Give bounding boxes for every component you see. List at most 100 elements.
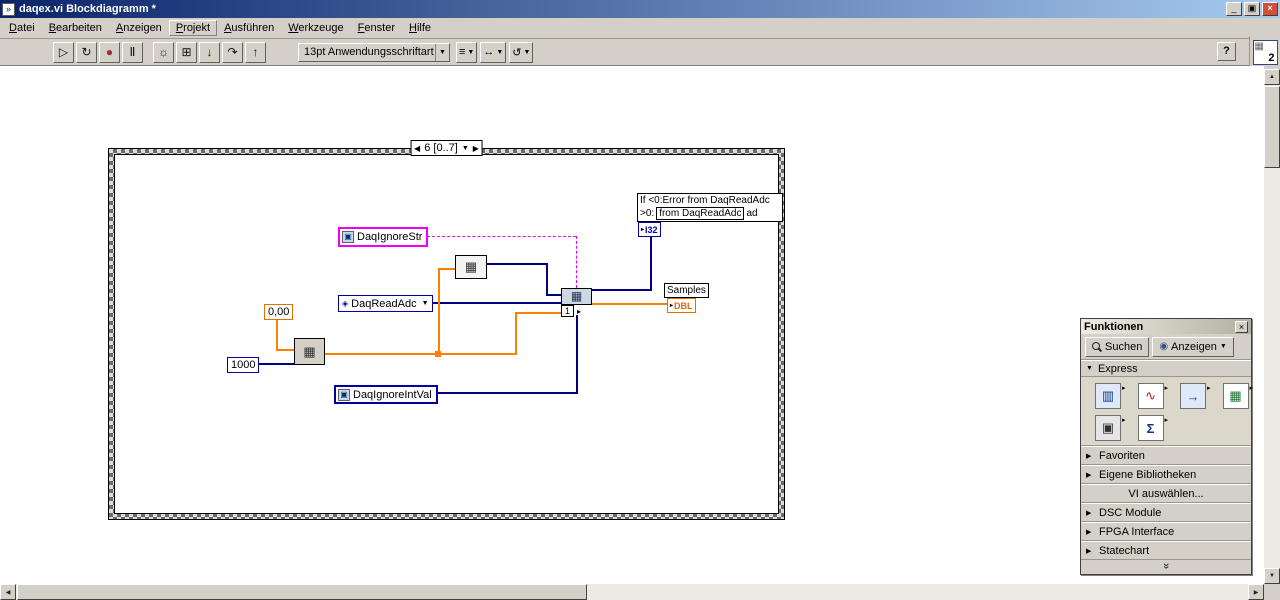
samples-label[interactable]: Samples: [664, 283, 709, 298]
labview-window: » daqex.vi Blockdiagramm * _ ▣ × Datei B…: [0, 0, 1280, 600]
palette-close-button[interactable]: ×: [1235, 320, 1248, 333]
ring-constant-daq-read-adc[interactable]: ◈ DaqReadAdc ▼: [338, 295, 433, 312]
close-button[interactable]: ×: [1262, 2, 1278, 16]
horizontal-scrollbar[interactable]: ◀ ▶: [0, 584, 1264, 600]
menu-bearbeiten[interactable]: Bearbeiten: [42, 20, 109, 36]
palette-titlebar[interactable]: Funktionen ×: [1081, 319, 1251, 334]
menu-datei[interactable]: Datei: [2, 20, 42, 36]
palette-row-eigene-bibliotheken[interactable]: ▶ Eigene Bibliotheken: [1081, 465, 1251, 484]
i32-output-wire-segment[interactable]: [592, 289, 652, 291]
section-collapsed-icon: ▶: [1086, 547, 1092, 555]
i32-wire-segment[interactable]: [434, 392, 578, 394]
dbl-wire-segment[interactable]: [515, 312, 561, 314]
daq-read-node[interactable]: ▦ 1 ▸: [561, 288, 593, 317]
case-next-icon[interactable]: ▶: [473, 144, 479, 153]
dbl-wire-segment[interactable]: [276, 320, 278, 351]
retain-wire-values-button[interactable]: ⊞: [176, 41, 197, 63]
font-dropdown-icon[interactable]: ▼: [435, 43, 449, 61]
palette-search-button[interactable]: Suchen: [1085, 336, 1150, 357]
scroll-up-button[interactable]: ▲: [1264, 69, 1280, 85]
vi-icon[interactable]: ▦ 2: [1252, 40, 1278, 65]
run-continuous-button[interactable]: ↻: [76, 41, 97, 63]
error-label-line2-suffix: ad: [746, 208, 758, 219]
minimize-button[interactable]: _: [1226, 2, 1242, 16]
string-wire-segment[interactable]: [576, 236, 577, 288]
dbl-wire-segment[interactable]: [276, 349, 295, 351]
menu-hilfe[interactable]: Hilfe: [402, 20, 438, 36]
highlight-execution-button[interactable]: ☼: [153, 41, 174, 63]
scroll-down-button[interactable]: ▼: [1264, 568, 1280, 584]
scroll-right-button[interactable]: ▶: [1248, 584, 1264, 600]
read-count-box[interactable]: 1: [561, 305, 574, 317]
string-wire-segment[interactable]: [427, 236, 576, 237]
menu-anzeigen[interactable]: Anzeigen: [109, 20, 169, 36]
dbl-terminal[interactable]: ▸ DBL: [667, 298, 696, 313]
reorder-objects-icon: ↺: [512, 46, 522, 59]
palette-section-express[interactable]: ▼ Express: [1081, 360, 1251, 377]
global-variable-daq-ignore-str[interactable]: ▣ DaqIgnoreStr: [338, 227, 429, 247]
palette-row-dsc-module[interactable]: ▶ DSC Module: [1081, 503, 1251, 522]
menu-werkzeuge[interactable]: Werkzeuge: [281, 20, 350, 36]
numeric-constant-thousand[interactable]: 1000: [227, 357, 260, 373]
step-out-button[interactable]: ↑: [245, 41, 266, 63]
dbl-wire-segment[interactable]: [325, 353, 517, 355]
numeric-constant-zero[interactable]: 0,00: [264, 304, 294, 320]
wire-junction[interactable]: [435, 351, 441, 357]
help-button[interactable]: ?: [1217, 42, 1236, 61]
palette-row-vi-auswaehlen[interactable]: VI auswählen...: [1081, 484, 1251, 503]
align-objects-dropdown[interactable]: ≡ ▼: [456, 41, 478, 63]
express-output[interactable]: → ▸: [1180, 383, 1211, 409]
interval-config-node[interactable]: ▦: [294, 338, 325, 365]
case-dropdown-icon[interactable]: ▼: [462, 145, 469, 152]
express-arithmetic[interactable]: Σ ▸: [1137, 415, 1168, 441]
array-wire-segment[interactable]: [487, 263, 548, 265]
case-selector[interactable]: ◀ 6 [0..7] ▼ ▶: [410, 140, 483, 156]
vertical-scrollbar[interactable]: ▲ ▼: [1264, 69, 1280, 584]
error-free-label[interactable]: If <0:Error from DaqReadAdc >0: from Daq…: [637, 193, 783, 222]
distribute-objects-dropdown[interactable]: ↔ ▼: [480, 41, 507, 63]
build-array-node[interactable]: ▦: [455, 255, 487, 279]
abort-button[interactable]: ●: [99, 41, 120, 63]
palette-row-statechart[interactable]: ▶ Statechart: [1081, 541, 1251, 560]
menu-fenster[interactable]: Fenster: [351, 20, 402, 36]
dbl-wire-segment[interactable]: [438, 268, 455, 270]
express-exec-control[interactable]: ▣ ▸: [1095, 415, 1126, 441]
vertical-scroll-thumb[interactable]: [1264, 86, 1280, 168]
palette-expand-button[interactable]: »: [1081, 560, 1251, 574]
i32-terminal[interactable]: ▸ I32: [638, 222, 661, 237]
i32-wire-segment[interactable]: [576, 315, 578, 394]
global-variable-daq-ignore-int-val[interactable]: ▣ DaqIgnoreIntVal: [334, 385, 438, 404]
run-button[interactable]: ▷: [53, 41, 74, 63]
ring-label: DaqReadAdc: [351, 297, 417, 310]
chevron-down-icon[interactable]: ▼: [422, 300, 429, 307]
view-options-icon: ◉: [1159, 341, 1169, 352]
font-selector[interactable]: 13pt Anwendungsschriftart ▼: [298, 42, 450, 62]
dbl-wire-segment[interactable]: [515, 312, 517, 355]
express-build-table[interactable]: ▦ ▸: [1222, 383, 1253, 409]
express-input[interactable]: ▥ ▸: [1095, 383, 1126, 409]
menu-projekt[interactable]: Projekt: [168, 20, 218, 36]
menu-ausfuehren[interactable]: Ausführen: [217, 20, 281, 36]
restore-button[interactable]: ▣: [1244, 2, 1260, 16]
dbl-wire-segment[interactable]: [438, 268, 440, 355]
horizontal-scroll-thumb[interactable]: [17, 584, 587, 600]
case-previous-icon[interactable]: ◀: [414, 144, 420, 153]
i32-output-wire-segment[interactable]: [650, 236, 652, 291]
array-wire-segment[interactable]: [546, 294, 561, 296]
ring-wire-segment[interactable]: [425, 302, 561, 304]
reorder-objects-dropdown[interactable]: ↺ ▼: [509, 41, 534, 63]
array-wire-segment[interactable]: [546, 263, 548, 296]
palette-view-button[interactable]: ◉ Anzeigen ▼: [1152, 336, 1234, 357]
palette-row-favoriten[interactable]: ▶ Favoriten: [1081, 446, 1251, 465]
diagram-canvas[interactable]: ◀ 6 [0..7] ▼ ▶ ▣ DaqIgnoreStr ▦ ◈ DaqRea…: [0, 66, 1264, 584]
palette-row-fpga-interface[interactable]: ▶ FPGA Interface: [1081, 522, 1251, 541]
express-signal-analysis[interactable]: ∿ ▸: [1137, 383, 1168, 409]
scroll-left-button[interactable]: ◀: [0, 584, 16, 600]
step-into-button[interactable]: ↓: [199, 41, 220, 63]
dbl-output-wire-segment[interactable]: [592, 303, 667, 305]
i32-wire-segment[interactable]: [254, 363, 295, 365]
palette-row-label: Favoriten: [1099, 449, 1145, 462]
case-selector-label[interactable]: 6 [0..7]: [424, 142, 458, 154]
step-over-button[interactable]: ↷: [222, 41, 243, 63]
pause-button[interactable]: Ⅱ: [122, 41, 143, 63]
